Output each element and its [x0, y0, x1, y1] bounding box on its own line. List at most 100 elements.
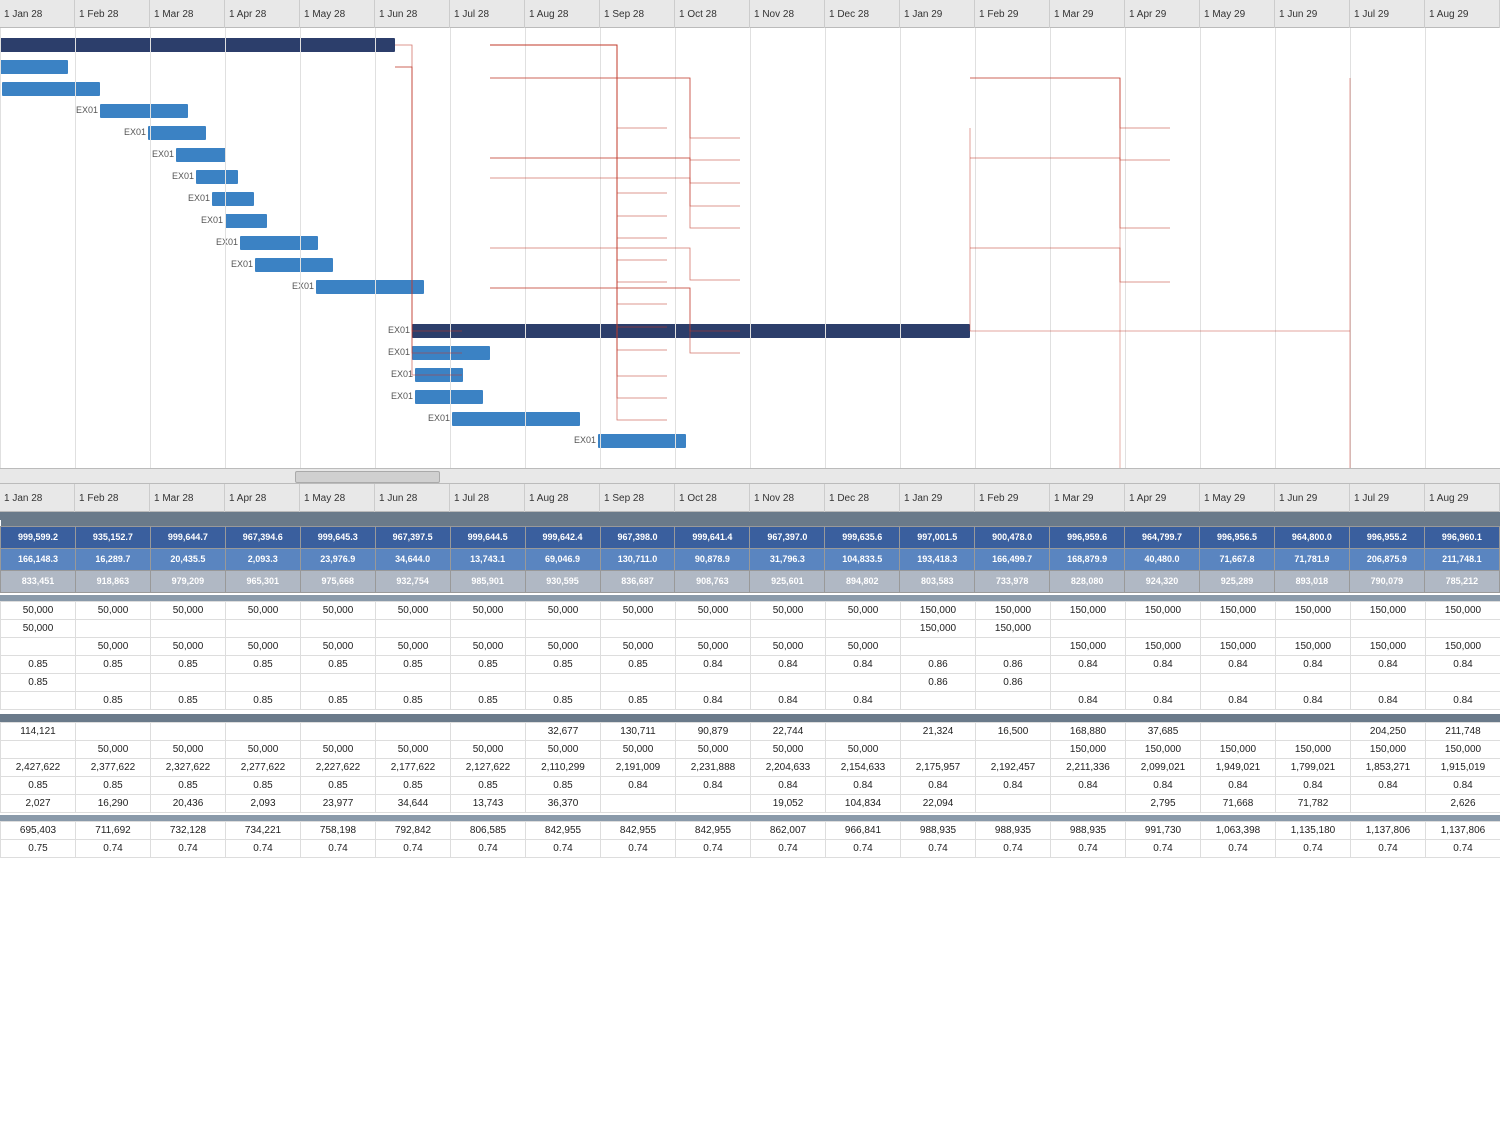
- gantt-bar-17: EX01: [598, 434, 686, 448]
- bottom-cell: 90,879: [676, 722, 751, 740]
- plain-row-0: 50,00050,00050,00050,00050,00050,00050,0…: [1, 601, 1500, 619]
- plain-cell: [601, 673, 676, 691]
- final-cell: 711,692: [76, 821, 151, 839]
- data-table-bottom: 114,12132,677130,71190,87922,74421,32416…: [0, 722, 1500, 813]
- bottom-cell: 2,377,622: [76, 758, 151, 776]
- bottom-cell: [1351, 794, 1426, 812]
- final-cell: 806,585: [451, 821, 526, 839]
- plain-cell: [301, 619, 376, 637]
- plain-cell: 0.85: [226, 655, 301, 673]
- bottom-cell: [601, 794, 676, 812]
- plain-cell: 0.85: [151, 655, 226, 673]
- final-cell: 0.74: [1126, 839, 1201, 857]
- bottom-cell: 0.84: [1276, 776, 1351, 794]
- plain-cell: 0.86: [976, 655, 1051, 673]
- final-cell: 988,935: [1051, 821, 1126, 839]
- plain-cell: [1426, 619, 1500, 637]
- timeline-label-7: 1 Aug 28: [525, 0, 600, 28]
- bottom-cell: [451, 722, 526, 740]
- plain-cell: [226, 619, 301, 637]
- bottom-cell: 150,000: [1126, 740, 1201, 758]
- data-cell: 836,687: [600, 570, 675, 592]
- plain-cell: 150,000: [1126, 637, 1201, 655]
- final-cell: 0.74: [601, 839, 676, 857]
- data-cell: 996,956.5: [1200, 526, 1275, 548]
- plain-cell: [451, 619, 526, 637]
- plain-cell: [676, 619, 751, 637]
- bottom-cell: [376, 722, 451, 740]
- bottom-cell: 150,000: [1051, 740, 1126, 758]
- final-cell: 1,063,398: [1201, 821, 1276, 839]
- plain-cell: [751, 619, 826, 637]
- plain-cell: [1426, 673, 1500, 691]
- plain-cell: [1051, 673, 1126, 691]
- bottom-cell: 2,327,622: [151, 758, 226, 776]
- final-cell: 792,842: [376, 821, 451, 839]
- plain-cell: 50,000: [826, 601, 901, 619]
- plain-cell: 50,000: [376, 637, 451, 655]
- timeline-label-8: 1 Sep 28: [600, 484, 675, 512]
- timeline-label-0: 1 Jan 28: [0, 484, 75, 512]
- plain-cell: [151, 673, 226, 691]
- timeline-label-15: 1 Apr 29: [1125, 484, 1200, 512]
- bottom-cell: 1,915,019: [1426, 758, 1500, 776]
- bottom-cell: 2,626: [1426, 794, 1500, 812]
- bottom-cell: 50,000: [451, 740, 526, 758]
- timeline-label-8: 1 Sep 28: [600, 0, 675, 28]
- data-cell: 13,743.1: [450, 548, 525, 570]
- plain-cell: [1201, 673, 1276, 691]
- plain-cell: 0.84: [751, 655, 826, 673]
- gantt-bar-10: EX01: [255, 258, 333, 272]
- plain-cell: 50,000: [751, 601, 826, 619]
- top-timeline: 1 Jan 281 Feb 281 Mar 281 Apr 281 May 28…: [0, 0, 1500, 28]
- scrollbar-area[interactable]: [0, 468, 1500, 484]
- plain-cell: 0.86: [901, 655, 976, 673]
- plain-cell: 50,000: [451, 601, 526, 619]
- bottom-cell: 2,154,633: [826, 758, 901, 776]
- bottom-cell: 0.84: [676, 776, 751, 794]
- data-cell: 168,879.9: [1050, 548, 1125, 570]
- gantt-bar-11: EX01: [316, 280, 424, 294]
- bottom-cell: 150,000: [1201, 740, 1276, 758]
- timeline-label-5: 1 Jun 28: [375, 0, 450, 28]
- plain-cell: 0.85: [76, 691, 151, 709]
- plain-cell: 0.84: [826, 691, 901, 709]
- timeline-label-11: 1 Dec 28: [825, 0, 900, 28]
- bottom-cell: 50,000: [676, 740, 751, 758]
- bottom-cell: [1051, 794, 1126, 812]
- plain-cell: 50,000: [151, 637, 226, 655]
- gantt-bar-5: EX01: [176, 148, 226, 162]
- timeline-label-15: 1 Apr 29: [1125, 0, 1200, 28]
- plain-cell: [901, 637, 976, 655]
- bottom-cell: 0.85: [301, 776, 376, 794]
- plain-cell: 50,000: [76, 601, 151, 619]
- bottom-cell: 2,127,622: [451, 758, 526, 776]
- plain-cell: 50,000: [601, 637, 676, 655]
- final-cell: 862,007: [751, 821, 826, 839]
- section-divider-bottom: [0, 714, 1500, 722]
- scrollbar-thumb[interactable]: [295, 471, 440, 483]
- final-cell: 0.74: [751, 839, 826, 857]
- plain-cell: 150,000: [1426, 637, 1500, 655]
- data-table-plain: 50,00050,00050,00050,00050,00050,00050,0…: [0, 601, 1500, 710]
- plain-cell: [901, 691, 976, 709]
- final-cell: 0.74: [376, 839, 451, 857]
- data-cell: 999,644.7: [150, 526, 225, 548]
- gantt-bar-0: [0, 38, 395, 52]
- data-cell: 999,599.2: [1, 526, 76, 548]
- plain-cell: [676, 673, 751, 691]
- final-cell: 0.74: [1351, 839, 1426, 857]
- timeline-label-9: 1 Oct 28: [675, 484, 750, 512]
- bottom-cell: [226, 722, 301, 740]
- bottom-cell: 50,000: [301, 740, 376, 758]
- gantt-bar-1: [0, 60, 68, 74]
- plain-cell: 0.85: [526, 691, 601, 709]
- bottom-cell: 0.85: [526, 776, 601, 794]
- bottom-row-4: 2,02716,29020,4362,09323,97734,64413,743…: [1, 794, 1500, 812]
- plain-cell: 150,000: [976, 619, 1051, 637]
- gantt-bar-4: EX01: [148, 126, 206, 140]
- bottom-cell: [676, 794, 751, 812]
- timeline-label-14: 1 Mar 29: [1050, 484, 1125, 512]
- data-cell: 925,289: [1200, 570, 1275, 592]
- data-cell: 206,875.9: [1349, 548, 1424, 570]
